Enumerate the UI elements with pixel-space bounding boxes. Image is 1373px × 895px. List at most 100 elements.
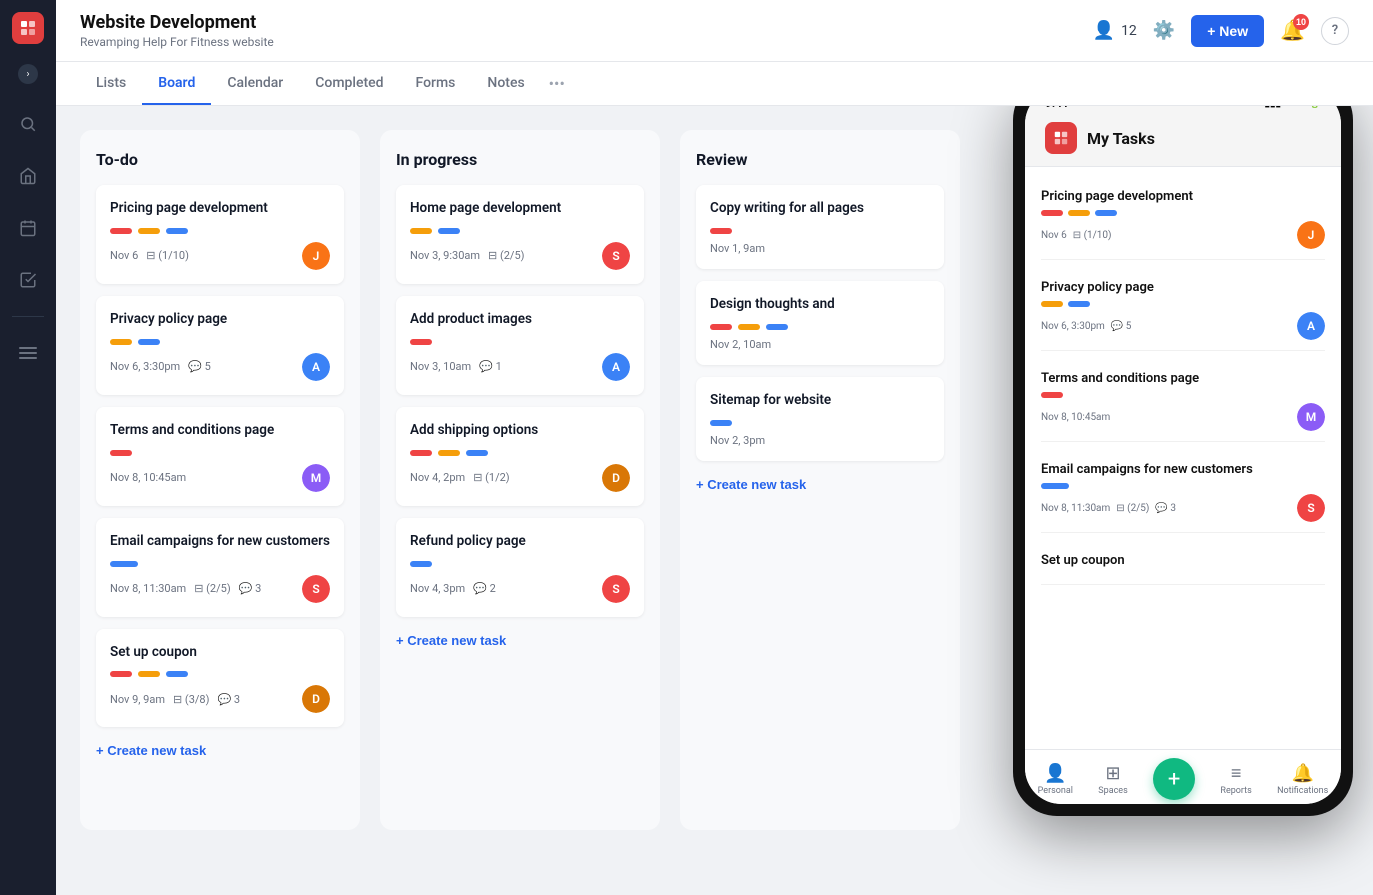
board-area: To-do Pricing page development Nov 6 ⊟ (… <box>56 106 1373 895</box>
checklist-icon[interactable] <box>12 264 44 296</box>
new-button[interactable]: + New <box>1191 15 1264 47</box>
tag-red <box>110 450 132 456</box>
phone-nav-notifications-label: Notifications <box>1277 786 1328 796</box>
card-date: Nov 1, 9am <box>710 242 765 255</box>
tag-red <box>410 450 432 456</box>
tag-yellow <box>410 228 432 234</box>
card-meta: Nov 8, 10:45am <box>110 471 186 484</box>
tag-blue <box>166 228 188 234</box>
app-logo[interactable] <box>12 12 44 44</box>
avatar: A <box>602 353 630 381</box>
column-todo: To-do Pricing page development Nov 6 ⊟ (… <box>80 130 360 830</box>
help-button[interactable]: ? <box>1321 17 1349 45</box>
card-subtasks: ⊟ (3/8) <box>173 693 209 706</box>
card-title: Sitemap for website <box>710 391 930 410</box>
phone-card-tags <box>1041 210 1325 216</box>
phone-nav-notifications[interactable]: 🔔 Notifications <box>1277 763 1328 796</box>
card-title: Pricing page development <box>110 199 330 218</box>
settings-icon[interactable]: ⚙️ <box>1153 20 1175 41</box>
avatar-img: S <box>602 575 630 603</box>
avatar: A <box>302 353 330 381</box>
card-meta: Nov 2, 10am <box>710 338 771 351</box>
avatar: D <box>602 464 630 492</box>
nav-more[interactable]: ••• <box>541 62 573 105</box>
tag-blue <box>710 420 732 426</box>
tab-lists[interactable]: Lists <box>80 63 142 105</box>
phone-card-tags <box>1041 392 1325 398</box>
tab-notes[interactable]: Notes <box>471 63 540 105</box>
card-title: Set up coupon <box>110 643 330 662</box>
card-date: Nov 4, 3pm <box>410 582 465 595</box>
phone-nav-personal[interactable]: 👤 Personal <box>1038 763 1073 796</box>
card-footer: Nov 6, 3:30pm 💬 5 A <box>110 353 330 381</box>
card-tags <box>110 228 330 234</box>
tab-calendar[interactable]: Calendar <box>211 63 299 105</box>
phone-nav-spaces[interactable]: ⊞ Spaces <box>1098 763 1127 796</box>
tag-red <box>110 671 132 677</box>
phone-time: 9:41 <box>1045 106 1069 110</box>
card-meta: Nov 8, 11:30am ⊟ (2/5) 💬 3 <box>110 582 261 595</box>
menu-icon[interactable] <box>12 337 44 369</box>
create-task-inprogress[interactable]: + Create new task <box>396 629 644 652</box>
avatar: S <box>1297 494 1325 522</box>
column-inprogress: In progress Home page development Nov 3,… <box>380 130 660 830</box>
avatar-img: A <box>1297 312 1325 340</box>
tag-blue <box>410 561 432 567</box>
table-row: Set up coupon Nov 9, 9am ⊟ (3/8) 💬 3 D <box>96 629 344 728</box>
card-footer: Nov 8, 10:45am M <box>110 464 330 492</box>
avatar-img: S <box>1297 494 1325 522</box>
card-subtasks: ⊟ (2/5) <box>194 582 230 595</box>
card-tags <box>710 420 930 426</box>
tab-board[interactable]: Board <box>142 63 211 105</box>
card-subtasks: ⊟ (1/2) <box>473 471 509 484</box>
card-meta: Nov 6 ⊟ (1/10) <box>110 249 189 262</box>
card-tags <box>410 561 630 567</box>
avatar: S <box>602 575 630 603</box>
avatar-img: M <box>1297 403 1325 431</box>
create-task-review[interactable]: + Create new task <box>696 473 944 496</box>
card-tags <box>710 228 930 234</box>
card-meta: Nov 2, 3pm <box>710 434 765 447</box>
phone-card-meta: Nov 6 ⊟ (1/10) <box>1041 230 1111 241</box>
phone-nav-reports[interactable]: ≡ Reports <box>1220 763 1251 796</box>
table-row: Pricing page development Nov 6 ⊟ (1/10) … <box>96 185 344 284</box>
phone-fab-button[interactable]: + <box>1153 758 1195 800</box>
header: Website Development Revamping Help For F… <box>56 0 1373 62</box>
phone-card-footer: Nov 6 ⊟ (1/10) J <box>1041 221 1325 249</box>
list-item: Set up coupon <box>1041 543 1325 585</box>
tag-blue <box>138 339 160 345</box>
tag-yellow <box>138 671 160 677</box>
tag-blue <box>166 671 188 677</box>
card-footer: Nov 6 ⊟ (1/10) J <box>110 242 330 270</box>
card-footer: Nov 2, 10am <box>710 338 930 351</box>
notifications-button[interactable]: 🔔 10 <box>1280 18 1305 43</box>
card-meta: Nov 3, 9:30am ⊟ (2/5) <box>410 249 524 262</box>
phone-app-icon <box>1045 122 1077 154</box>
tag-blue <box>438 228 460 234</box>
avatar-img: D <box>302 685 330 713</box>
tab-completed[interactable]: Completed <box>299 63 399 105</box>
create-task-todo[interactable]: + Create new task <box>96 739 344 762</box>
members-count: 12 <box>1121 23 1137 39</box>
tag-red <box>710 324 732 330</box>
list-item: Privacy policy page Nov 6, 3:30pm 💬 5 <box>1041 270 1325 351</box>
calendar-icon[interactable] <box>12 212 44 244</box>
column-title-todo: To-do <box>96 150 344 169</box>
list-item: Email campaigns for new customers Nov 8,… <box>1041 452 1325 533</box>
card-tags <box>110 561 330 567</box>
tag-yellow <box>1068 210 1090 216</box>
card-comments: 💬 5 <box>188 360 211 373</box>
members-info[interactable]: 👤 12 <box>1093 20 1137 41</box>
search-icon[interactable] <box>12 108 44 140</box>
card-tags <box>410 339 630 345</box>
tab-forms[interactable]: Forms <box>400 63 472 105</box>
home-icon[interactable] <box>12 160 44 192</box>
phone-card-title: Terms and conditions page <box>1041 371 1325 386</box>
battery-icon: 🔋 <box>1309 106 1321 109</box>
table-row: Add product images Nov 3, 10am 💬 1 A <box>396 296 644 395</box>
card-meta: Nov 3, 10am 💬 1 <box>410 360 502 373</box>
sidebar-toggle[interactable]: › <box>18 64 38 84</box>
phone-content: Pricing page development Nov 6 ⊟ (1/10) <box>1025 167 1341 749</box>
phone-card-footer: Nov 8, 10:45am M <box>1041 403 1325 431</box>
card-subtasks: ⊟ (1/10) <box>146 249 189 262</box>
